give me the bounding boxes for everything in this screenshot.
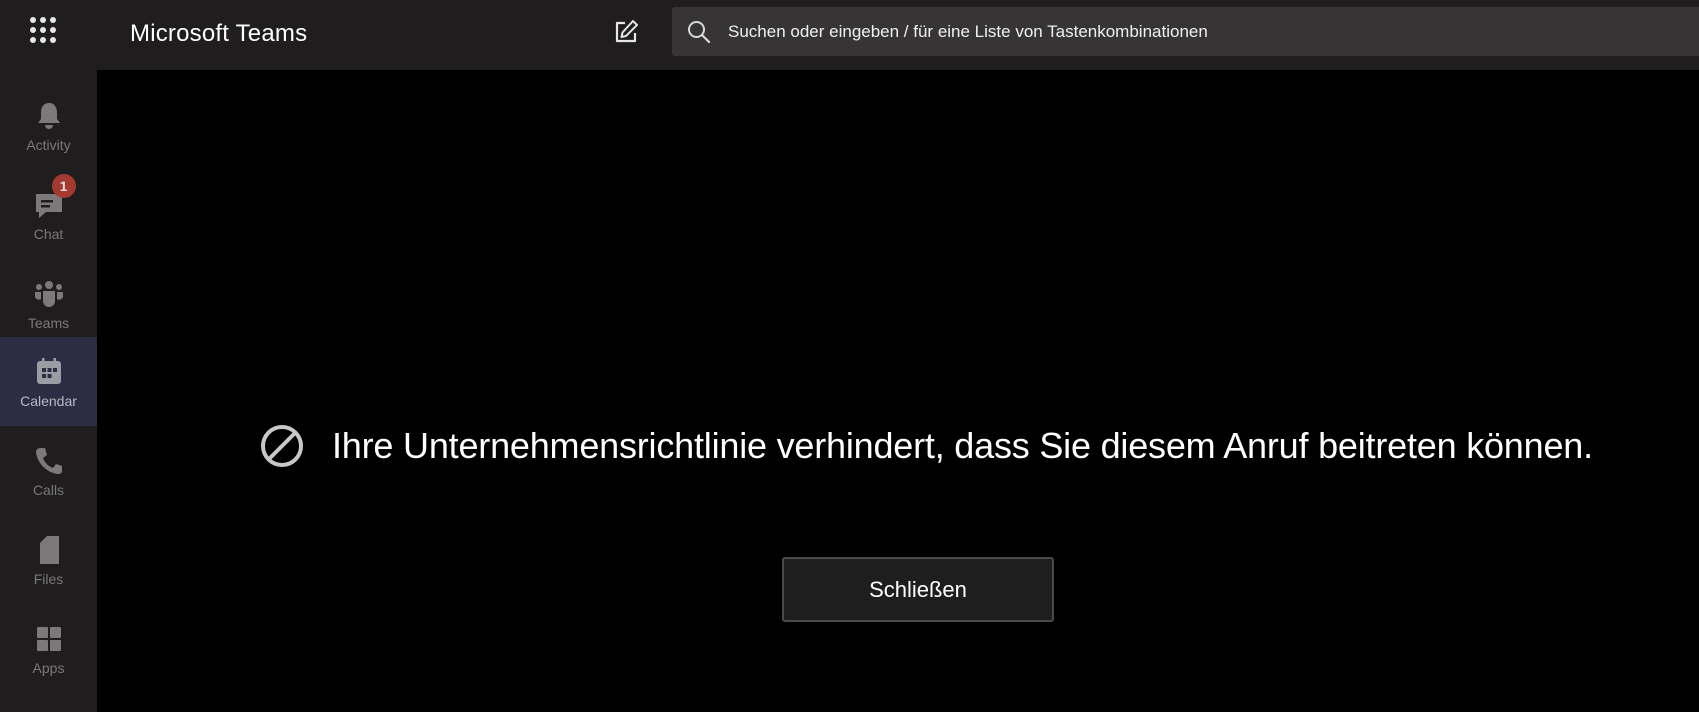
sidebar-item-label: Calls: [32, 481, 65, 498]
waffle-dot: [40, 37, 46, 43]
sidebar-item-label: Teams: [27, 314, 70, 331]
teams-icon: [34, 280, 63, 307]
waffle-dot: [30, 37, 36, 43]
waffle-dot: [50, 27, 56, 33]
sidebar-item-calls[interactable]: Calls: [0, 426, 97, 515]
app-launcher-button[interactable]: [30, 17, 60, 47]
search-input[interactable]: [720, 7, 1620, 56]
sidebar-item-chat[interactable]: 1 Chat: [0, 170, 97, 259]
waffle-dot: [40, 17, 46, 23]
top-bar: Microsoft Teams: [0, 0, 1699, 70]
sidebar-item-activity[interactable]: Activity: [0, 81, 97, 170]
compose-button[interactable]: [612, 18, 640, 46]
waffle-dot: [50, 17, 56, 23]
close-button[interactable]: Schließen: [782, 557, 1054, 622]
calendar-icon: [36, 357, 61, 384]
sidebar-item-label: Chat: [33, 225, 64, 242]
sidebar-item-teams[interactable]: Teams: [0, 259, 97, 348]
waffle-dot: [30, 17, 36, 23]
policy-message-text: Ihre Unternehmensrichtlinie verhindert, …: [332, 425, 1593, 466]
app-title: Microsoft Teams: [130, 20, 308, 47]
sidebar-item-label: Files: [33, 570, 64, 587]
bell-icon: [37, 102, 60, 129]
compose-icon: [615, 20, 638, 43]
sidebar-item-label: Apps: [32, 659, 65, 676]
app-bar: Activity 1 Chat Teams Calendar Calls Fil…: [0, 70, 97, 712]
waffle-dot: [40, 27, 46, 33]
sidebar-item-files[interactable]: Files: [0, 515, 97, 604]
search-icon: [688, 21, 711, 44]
chat-notification-badge: 1: [51, 173, 76, 198]
sidebar-item-label: Activity: [26, 136, 71, 153]
waffle-dot: [50, 37, 56, 43]
sidebar-item-label: Calendar: [20, 392, 77, 409]
sidebar-item-calendar[interactable]: Calendar: [0, 337, 97, 426]
file-icon: [39, 535, 59, 564]
apps-icon: [36, 626, 61, 651]
sidebar-item-apps[interactable]: Apps: [0, 604, 97, 693]
search-box[interactable]: [672, 7, 1699, 56]
phone-icon: [35, 447, 62, 474]
chat-icon-wrapper: 1: [32, 173, 76, 222]
waffle-dot: [30, 27, 36, 33]
block-icon: [261, 425, 303, 467]
policy-message: Ihre Unternehmensrichtlinie verhindert, …: [259, 421, 1593, 471]
